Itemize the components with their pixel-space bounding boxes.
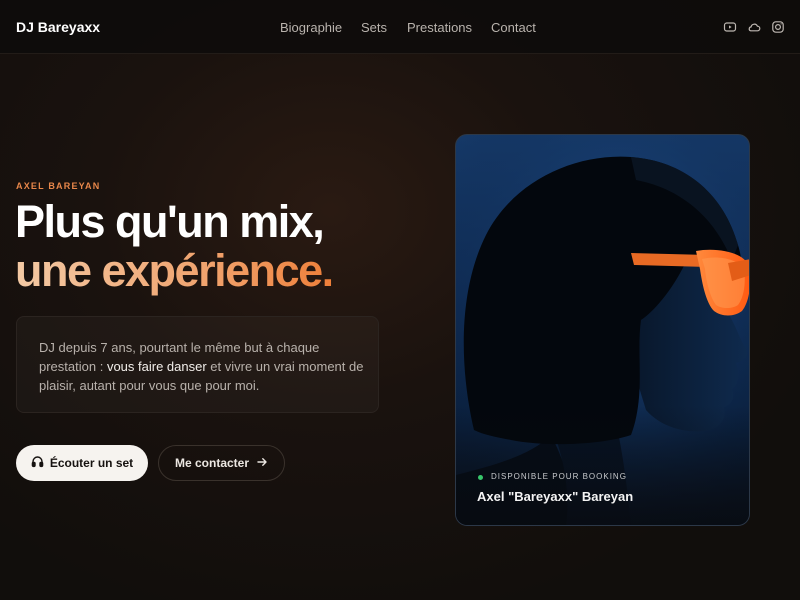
hero-description-box: DJ depuis 7 ans, pourtant le même but à … (16, 316, 379, 413)
brand-logo[interactable]: DJ Bareyaxx (16, 19, 100, 35)
youtube-icon[interactable] (723, 20, 737, 34)
hero-description: DJ depuis 7 ans, pourtant le même but à … (39, 340, 364, 393)
contact-me-label: Me contacter (174, 456, 250, 470)
nav-link-sets[interactable]: Sets (361, 20, 387, 35)
nav-link-biographie[interactable]: Biographie (280, 20, 342, 35)
availability-status-dot (478, 475, 483, 480)
hero-title-line-2: une expérience. (15, 245, 334, 296)
card-gradient-overlay (456, 405, 749, 525)
instagram-icon[interactable] (771, 20, 785, 34)
listen-set-label: Écouter un set (49, 456, 134, 470)
listen-set-button[interactable]: Écouter un set (16, 445, 148, 481)
soundcloud-icon[interactable] (747, 20, 761, 34)
availability-status: DISPONIBLE POUR BOOKING (491, 472, 627, 481)
nav-link-contact[interactable]: Contact (491, 20, 536, 35)
headphones-icon (31, 455, 44, 471)
contact-me-button[interactable]: Me contacter (158, 445, 285, 481)
artist-photo-card: DISPONIBLE POUR BOOKING Axel "Bareyaxx" … (455, 134, 750, 526)
hero-title-line-1: Plus qu'un mix, (15, 196, 325, 247)
nav-link-prestations[interactable]: Prestations (407, 20, 472, 35)
artist-name: Axel "Bareyaxx" Bareyan (477, 489, 634, 504)
description-highlight: vous faire danser (106, 359, 207, 374)
hero-eyebrow: AXEL BAREYAN (16, 181, 101, 191)
arrow-right-icon (256, 456, 268, 471)
top-navbar: DJ Bareyaxx Biographie Sets Prestations … (0, 0, 800, 54)
